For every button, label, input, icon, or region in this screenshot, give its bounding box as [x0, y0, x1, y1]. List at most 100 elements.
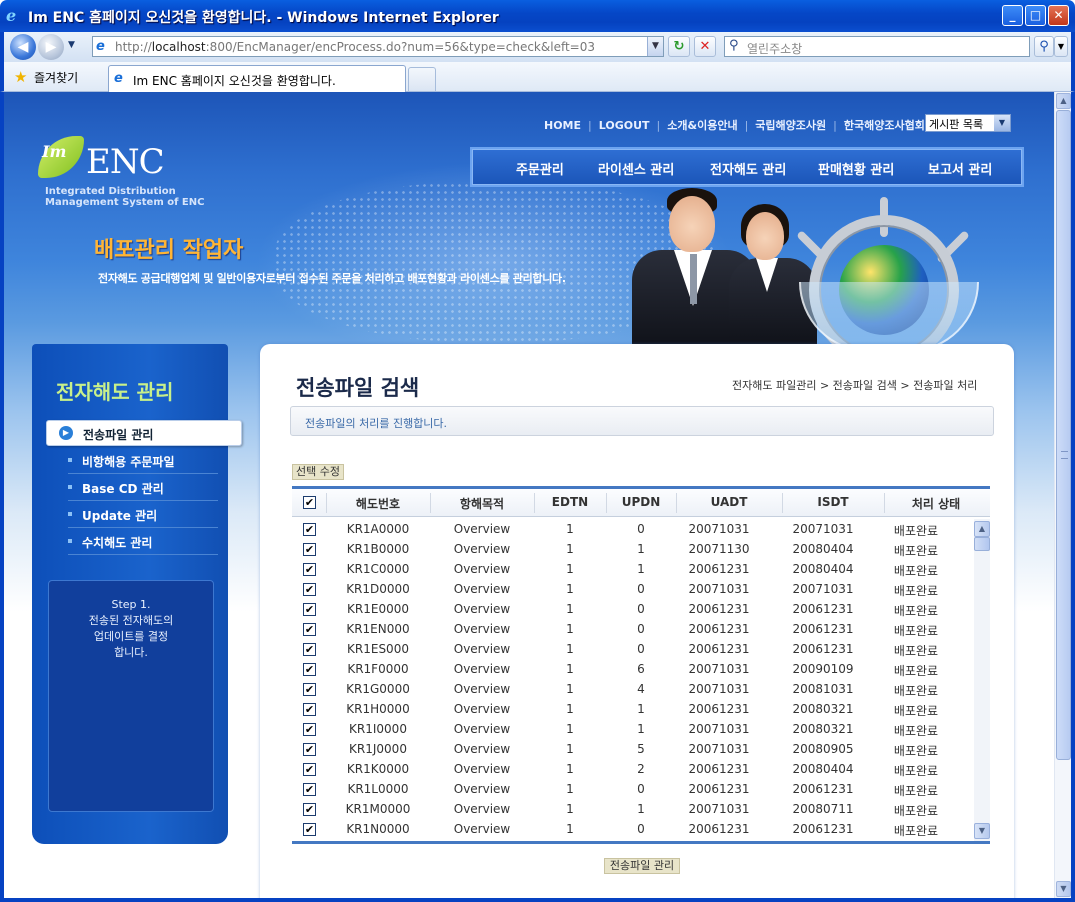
cell-isdt: 20080905	[792, 742, 854, 756]
table-scrollbar[interactable]: ▲ ▼	[974, 519, 990, 841]
sidebar-item-transfer-files[interactable]: ▶ 전송파일 관리	[46, 420, 242, 446]
board-select[interactable]: 게시판 목록 ▼	[925, 114, 1011, 132]
search-icon: ⚲	[729, 38, 739, 53]
search-placeholder: 열린주소창	[747, 42, 803, 56]
top-link-logout[interactable]: LOGOUT	[599, 119, 650, 132]
cell-uadt: 20071031	[688, 582, 750, 596]
cell-updn: 0	[637, 582, 645, 596]
nav-enc[interactable]: 전자해도 관리	[710, 159, 786, 178]
cell-isdt: 20071031	[792, 582, 854, 596]
stop-icon[interactable]: ✕	[694, 36, 716, 57]
nav-license[interactable]: 라이센스 관리	[598, 159, 674, 178]
board-select-value: 게시판 목록	[929, 118, 984, 131]
row-checkbox[interactable]: ✔	[303, 683, 316, 696]
top-link-association[interactable]: 한국해양조사협회	[844, 119, 925, 132]
cell-status: 배포완료	[893, 564, 939, 578]
page-scrollbar[interactable]: ▲ ▼	[1054, 92, 1071, 898]
nav-report[interactable]: 보고서 관리	[928, 159, 992, 178]
top-link-home[interactable]: HOME	[544, 119, 581, 132]
chevron-down-icon[interactable]: ▼	[994, 115, 1010, 131]
sidebar-item-non-nav-orders[interactable]: 비항해용 주문파일	[68, 448, 218, 474]
row-checkbox[interactable]: ✔	[303, 523, 316, 536]
table-row: ✔ KR1L0000 Overview 1 0 20061231 20061231 배포완료	[292, 779, 972, 799]
cell-updn: 1	[637, 542, 645, 556]
cell-edtn: 1	[566, 522, 574, 536]
cell-edtn: 1	[566, 742, 574, 756]
cell-no: KR1N0000	[346, 822, 410, 836]
scroll-down-icon[interactable]: ▼	[1056, 881, 1071, 897]
top-link-guide[interactable]: 소개&이용안내	[667, 119, 737, 132]
select-all-checkbox[interactable]: ✔	[303, 496, 316, 509]
favorites-star-icon[interactable]: ★	[14, 68, 27, 86]
favorites-button[interactable]: 즐겨찾기	[34, 69, 78, 86]
maximize-button[interactable]: □	[1025, 5, 1046, 26]
row-checkbox[interactable]: ✔	[303, 623, 316, 636]
refresh-icon[interactable]: ↻	[668, 36, 690, 57]
row-checkbox[interactable]: ✔	[303, 583, 316, 596]
top-link-khoa[interactable]: 국립해양조사원	[755, 119, 826, 132]
cell-status: 배포완료	[893, 704, 939, 718]
search-input[interactable]: ⚲ 열린주소창	[724, 36, 1030, 57]
cell-no: KR1B0000	[346, 542, 410, 556]
sidebar-item-update[interactable]: Update 관리	[68, 502, 218, 528]
search-options-icon[interactable]: ▼	[1054, 36, 1068, 57]
row-checkbox[interactable]: ✔	[303, 803, 316, 816]
back-button[interactable]: ◀	[10, 34, 36, 60]
row-checkbox[interactable]: ✔	[303, 643, 316, 656]
edit-selected-button[interactable]: 선택 수정	[292, 464, 344, 480]
sidebar-item-base-cd[interactable]: Base CD 관리	[68, 475, 218, 501]
row-checkbox[interactable]: ✔	[303, 543, 316, 556]
table-header: ✔ 해도번호 항해목적 EDTN UPDN UADT ISDT 처리 상태	[292, 489, 990, 517]
scroll-down-icon[interactable]: ▼	[974, 823, 990, 839]
row-checkbox[interactable]: ✔	[303, 663, 316, 676]
cell-edtn: 1	[566, 602, 574, 616]
step-text-line: 합니다.	[114, 646, 148, 659]
ship-wheel-globe-image	[789, 197, 989, 365]
row-checkbox[interactable]: ✔	[303, 823, 316, 836]
logo-subtitle-2: Management System of ENC	[45, 197, 205, 208]
window-frame-bottom	[0, 898, 1075, 902]
row-checkbox[interactable]: ✔	[303, 723, 316, 736]
close-button[interactable]: ✕	[1048, 5, 1069, 26]
address-dropdown-icon[interactable]: ▼	[647, 37, 663, 56]
worker-title: 배포관리 작업자	[94, 238, 244, 263]
cell-isdt: 20061231	[792, 822, 854, 836]
cell-purpose: Overview	[453, 622, 511, 636]
main-nav: 주문관리 라이센스 관리 전자해도 관리 판매현황 관리 보고서 관리	[470, 147, 1024, 187]
cell-edtn: 1	[566, 802, 574, 816]
scroll-up-icon[interactable]: ▲	[974, 521, 990, 537]
column-header: 항해목적	[459, 497, 505, 511]
nav-sales[interactable]: 판매현황 관리	[818, 159, 894, 178]
history-dropdown-icon[interactable]: ▼	[68, 40, 75, 50]
nav-order[interactable]: 주문관리	[516, 159, 564, 178]
row-checkbox[interactable]: ✔	[303, 743, 316, 756]
address-bar[interactable]: e http://localhost:800/EncManager/encPro…	[92, 36, 664, 57]
forward-button[interactable]: ▶	[38, 34, 64, 60]
cell-status: 배포완료	[893, 584, 939, 598]
scroll-thumb[interactable]	[1056, 110, 1071, 760]
browser-tab[interactable]: e Im ENC 홈페이지 오신것을 환영합니다.	[108, 65, 406, 92]
logo-subtitle-1: Integrated Distribution	[45, 186, 176, 197]
cell-uadt: 20061231	[688, 702, 750, 716]
cell-no: KR1M0000	[345, 802, 411, 816]
table-row: ✔ KR1C0000 Overview 1 1 20061231 20080404 배포완료	[292, 559, 972, 579]
minimize-button[interactable]: _	[1002, 5, 1023, 26]
cell-status: 배포완료	[893, 664, 939, 678]
transfer-file-manage-button[interactable]: 전송파일 관리	[604, 858, 680, 874]
cell-status: 배포완료	[893, 824, 939, 838]
cell-updn: 1	[637, 802, 645, 816]
row-checkbox[interactable]: ✔	[303, 563, 316, 576]
scroll-thumb[interactable]	[974, 537, 990, 551]
address-url[interactable]: http://localhost:800/EncManager/encProce…	[115, 40, 595, 54]
row-checkbox[interactable]: ✔	[303, 783, 316, 796]
scroll-up-icon[interactable]: ▲	[1056, 93, 1071, 109]
search-button[interactable]: ⚲	[1034, 36, 1054, 57]
row-checkbox[interactable]: ✔	[303, 763, 316, 776]
cell-edtn: 1	[566, 722, 574, 736]
row-checkbox[interactable]: ✔	[303, 603, 316, 616]
step-text-line: 업데이트를 결정	[93, 630, 169, 643]
sidebar-item-numeric-chart[interactable]: 수치해도 관리	[68, 529, 218, 555]
cell-uadt: 20061231	[688, 642, 750, 656]
new-tab-button[interactable]	[408, 67, 436, 91]
row-checkbox[interactable]: ✔	[303, 703, 316, 716]
